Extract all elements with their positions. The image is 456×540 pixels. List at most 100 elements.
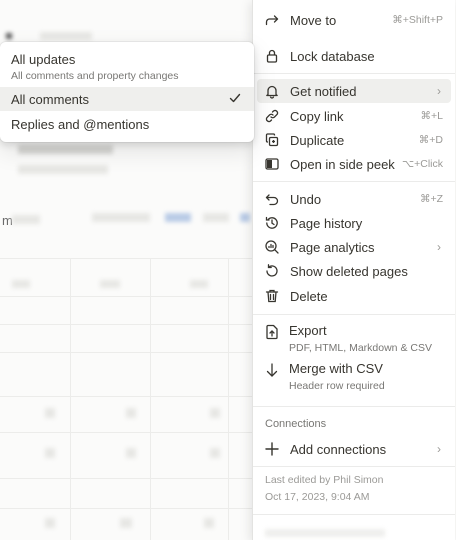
menu-item-copy-link[interactable]: Copy link ⌘+L — [257, 104, 451, 128]
table-gridline — [0, 258, 260, 259]
menu-item-label: Get notified — [290, 83, 357, 99]
table-gridline — [228, 258, 229, 540]
shortcut-hint: ⌘+D — [418, 134, 443, 146]
menu-divider — [253, 314, 455, 315]
notify-option-all-comments[interactable]: All comments — [0, 87, 254, 111]
menu-item-label: Show deleted pages — [290, 263, 408, 279]
table-gridline — [150, 258, 151, 540]
connections-heading: Connections — [265, 418, 327, 430]
blurred-block — [210, 408, 220, 418]
menu-item-label: Merge with CSV — [289, 361, 383, 376]
menu-item-label: Open in side peek — [290, 156, 395, 172]
notify-option-all-updates[interactable]: All updates All comments and property ch… — [0, 48, 254, 86]
blurred-block — [203, 213, 229, 222]
export-icon — [264, 324, 280, 340]
menu-item-show-deleted-pages[interactable]: Show deleted pages — [257, 259, 451, 283]
history-icon — [264, 215, 280, 231]
undo-icon — [264, 191, 280, 207]
option-label: All comments — [11, 92, 90, 107]
table-gridline — [0, 432, 260, 433]
menu-item-merge-with-csv[interactable]: Merge with CSV Header row required — [257, 361, 451, 395]
shortcut-hint: ⌥+Click — [402, 158, 443, 170]
analytics-icon — [264, 239, 280, 255]
table-gridline — [70, 258, 71, 540]
blurred-block — [165, 213, 191, 222]
menu-divider — [253, 466, 455, 467]
bell-icon — [264, 83, 280, 99]
table-gridline — [0, 508, 260, 509]
blurred-block — [240, 213, 250, 222]
last-edited-date: Oct 17, 2023, 9:04 AM — [265, 491, 370, 503]
lock-icon — [264, 48, 280, 64]
blurred-block — [18, 145, 113, 154]
option-description: All comments and property changes — [11, 70, 179, 82]
table-gridline — [0, 396, 260, 397]
menu-item-label: Lock database — [290, 48, 375, 64]
menu-item-label: Copy link — [290, 108, 344, 124]
shortcut-hint: ⌘+Z — [419, 193, 443, 205]
blurred-block — [120, 518, 132, 528]
menu-item-label: Move to — [290, 12, 337, 28]
cut-off-menu-item — [265, 529, 385, 537]
blurred-block — [126, 448, 136, 458]
checkmark-icon — [229, 93, 241, 103]
menu-item-export[interactable]: Export PDF, HTML, Markdown & CSV — [257, 323, 451, 357]
blurred-block — [12, 215, 40, 224]
menu-item-undo[interactable]: Undo ⌘+Z — [257, 187, 451, 211]
chevron-right-icon: › — [437, 84, 441, 98]
blurred-block — [190, 280, 208, 288]
table-gridline — [0, 296, 260, 297]
menu-item-description: PDF, HTML, Markdown & CSV — [289, 342, 432, 354]
arrow-right-icon — [264, 12, 280, 28]
plus-icon — [264, 441, 280, 457]
blurred-block — [45, 408, 55, 418]
table-gridline — [0, 478, 260, 479]
menu-item-lock-database[interactable]: Lock database — [257, 44, 451, 68]
menu-item-page-analytics[interactable]: Page analytics › — [257, 235, 451, 259]
menu-divider — [253, 181, 455, 182]
download-arrow-icon — [264, 362, 280, 378]
blurred-block — [204, 518, 214, 528]
menu-item-label: Duplicate — [290, 132, 345, 148]
menu-item-add-connections[interactable]: Add connections › — [257, 437, 451, 461]
option-label: Replies and @mentions — [11, 117, 150, 132]
menu-item-label: Undo — [290, 191, 322, 207]
side-peek-icon — [264, 156, 280, 172]
blurred-block — [45, 448, 55, 458]
menu-item-label: Page history — [290, 215, 363, 231]
last-edited-by: Last edited by Phil Simon — [265, 474, 384, 486]
menu-item-page-history[interactable]: Page history — [257, 211, 451, 235]
blurred-block — [12, 280, 30, 288]
menu-divider — [253, 406, 455, 407]
table-gridline — [0, 352, 260, 353]
database-options-menu: Move to ⌘+Shift+P Lock database Get noti… — [252, 0, 455, 540]
shortcut-hint: ⌘+Shift+P — [392, 14, 443, 26]
menu-divider — [253, 514, 455, 515]
link-icon — [264, 108, 280, 124]
menu-item-duplicate[interactable]: Duplicate ⌘+D — [257, 128, 451, 152]
blurred-block — [18, 165, 108, 174]
table-gridline — [0, 324, 260, 325]
menu-item-delete[interactable]: Delete — [257, 284, 451, 308]
chevron-right-icon: › — [437, 442, 441, 456]
blurred-block — [6, 33, 12, 39]
menu-item-label: Page analytics — [290, 239, 375, 255]
option-label: All updates — [11, 52, 76, 67]
blurred-block — [210, 448, 220, 458]
blurred-block — [92, 213, 150, 222]
blurred-block — [100, 280, 120, 288]
menu-item-label: Export — [289, 323, 327, 338]
shortcut-hint: ⌘+L — [420, 110, 443, 122]
menu-item-label: Add connections — [290, 441, 387, 457]
blurred-block — [40, 32, 92, 40]
menu-item-open-in-side-peek[interactable]: Open in side peek ⌥+Click — [257, 152, 451, 176]
menu-item-label: Delete — [290, 288, 328, 304]
blurred-block — [126, 408, 136, 418]
menu-item-get-notified[interactable]: Get notified › — [257, 79, 451, 103]
blurred-block — [45, 518, 55, 528]
menu-item-description: Header row required — [289, 380, 385, 392]
notify-option-replies-and-mentions[interactable]: Replies and @mentions — [0, 112, 254, 136]
restore-icon — [264, 263, 280, 279]
chevron-right-icon: › — [437, 240, 441, 254]
menu-item-move-to[interactable]: Move to ⌘+Shift+P — [257, 8, 451, 32]
